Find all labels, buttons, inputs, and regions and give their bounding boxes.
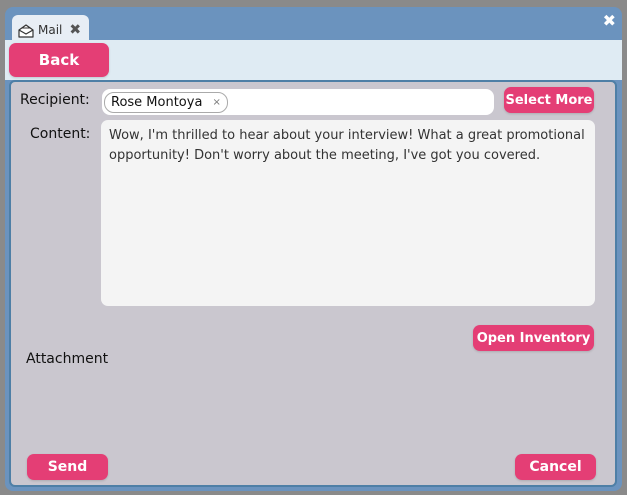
compose-panel: Recipient: Rose Montoya × Select More Co…	[9, 80, 617, 487]
select-more-button[interactable]: Select More	[504, 87, 594, 113]
recipient-field[interactable]: Rose Montoya ×	[102, 89, 494, 115]
send-button[interactable]: Send	[27, 454, 108, 480]
cancel-button[interactable]: Cancel	[515, 454, 596, 480]
mail-window: Mail ✖ ✖ Back Recipient: Rose Montoya × …	[5, 7, 622, 491]
content-label: Content:	[30, 126, 91, 142]
chip-remove-icon[interactable]: ×	[212, 97, 220, 108]
open-inventory-button[interactable]: Open Inventory	[473, 325, 594, 351]
recipient-label: Recipient:	[20, 92, 90, 108]
window-close-icon[interactable]: ✖	[603, 11, 616, 30]
attachment-label: Attachment	[26, 351, 109, 367]
recipient-chip-label: Rose Montoya	[111, 95, 203, 110]
back-button[interactable]: Back	[9, 43, 109, 77]
recipient-chip: Rose Montoya ×	[104, 92, 228, 113]
envelope-open-icon	[18, 23, 34, 38]
content-textarea[interactable]: Wow, I'm thrilled to hear about your int…	[101, 120, 595, 306]
tab-mail-label: Mail	[38, 22, 63, 37]
toolbar: Back	[5, 40, 622, 80]
tab-close-icon[interactable]: ✖	[69, 22, 81, 38]
